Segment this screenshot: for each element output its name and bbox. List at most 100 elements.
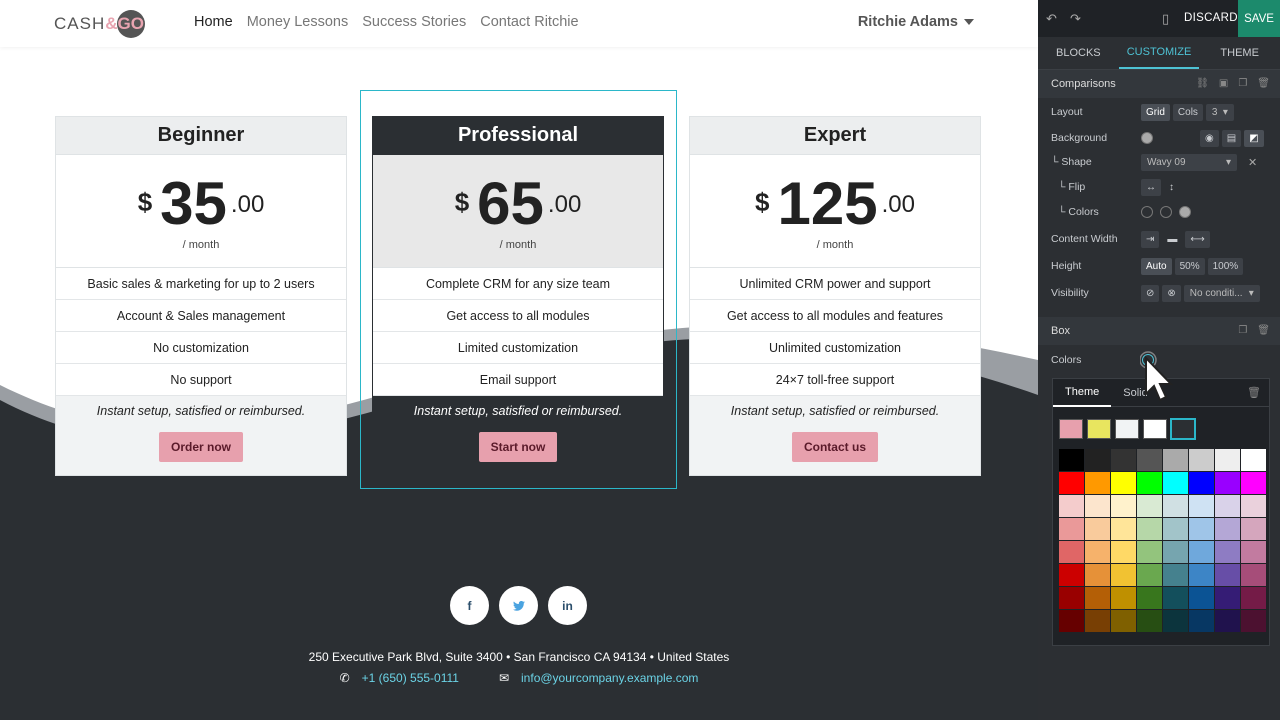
color-swatch[interactable] (1241, 472, 1266, 494)
duplicate-icon[interactable]: ❐ (1238, 325, 1247, 336)
color-swatch[interactable] (1189, 541, 1214, 563)
color-swatch[interactable] (1241, 541, 1266, 563)
duplicate-icon[interactable]: ❐ (1238, 78, 1247, 89)
color-swatch[interactable] (1241, 610, 1266, 632)
trash-icon[interactable]: 🗑 (1257, 78, 1270, 89)
theme-color-swatch[interactable] (1059, 419, 1083, 439)
color-swatch[interactable] (1163, 610, 1188, 632)
contact-us-button[interactable]: Contact us (791, 432, 878, 462)
color-swatch[interactable] (1241, 564, 1266, 586)
theme-color-swatch[interactable] (1115, 419, 1139, 439)
color-swatch[interactable] (1163, 495, 1188, 517)
color-swatch[interactable] (1189, 495, 1214, 517)
nav-home[interactable]: Home (194, 14, 233, 30)
shape-select[interactable]: Wavy 09 ▾ (1141, 153, 1237, 171)
plan-card-beginner[interactable]: Beginner $ 35 .00 / month Basic sales & … (55, 116, 347, 476)
theme-color-swatch[interactable] (1170, 418, 1196, 440)
color-dot[interactable] (1160, 206, 1172, 218)
theme-color-swatch[interactable] (1087, 419, 1111, 439)
save-button[interactable]: SAVE (1238, 0, 1280, 37)
height-auto-button[interactable]: Auto (1141, 257, 1172, 275)
color-swatch[interactable] (1137, 587, 1162, 609)
color-swatch[interactable] (1137, 495, 1162, 517)
color-swatch[interactable] (1111, 541, 1136, 563)
color-swatch[interactable] (1111, 495, 1136, 517)
color-swatch[interactable] (1215, 541, 1240, 563)
cols-select[interactable]: 3 ▾ (1205, 103, 1234, 121)
color-swatch[interactable] (1163, 472, 1188, 494)
color-swatch[interactable] (1111, 587, 1136, 609)
nav-contact[interactable]: Contact Ritchie (480, 14, 578, 30)
color-swatch[interactable] (1085, 495, 1110, 517)
color-swatch[interactable] (1241, 449, 1266, 471)
color-swatch[interactable] (1137, 564, 1162, 586)
user-menu[interactable]: Ritchie Adams (858, 14, 974, 30)
width-small-icon[interactable]: ⇥ (1141, 230, 1160, 248)
tab-blocks[interactable]: BLOCKS (1038, 37, 1119, 69)
background-color-dot[interactable] (1141, 132, 1153, 144)
phone-link[interactable]: +1 (650) 555-0111 (362, 671, 459, 685)
color-swatch[interactable] (1085, 472, 1110, 494)
linkedin-icon[interactable]: in (548, 586, 587, 625)
tab-theme[interactable]: THEME (1199, 37, 1280, 69)
color-swatch[interactable] (1111, 610, 1136, 632)
color-swatch[interactable] (1085, 610, 1110, 632)
color-swatch[interactable] (1163, 541, 1188, 563)
height-50-button[interactable]: 50% (1174, 257, 1205, 275)
layout-cols-button[interactable]: Cols (1172, 103, 1203, 121)
color-swatch[interactable] (1189, 449, 1214, 471)
palette-tab-theme[interactable]: Theme (1053, 379, 1112, 407)
color-swatch[interactable] (1163, 564, 1188, 586)
shape-icon[interactable]: ◩ (1244, 129, 1264, 147)
twitter-icon[interactable] (499, 586, 538, 625)
close-icon[interactable]: ✕ (1248, 156, 1257, 169)
color-swatch[interactable] (1085, 564, 1110, 586)
mobile-preview-icon[interactable]: ▯ (1162, 11, 1169, 27)
facebook-icon[interactable]: f (450, 586, 489, 625)
color-swatch[interactable] (1163, 518, 1188, 540)
tab-customize[interactable]: CUSTOMIZE (1118, 37, 1200, 69)
color-swatch[interactable] (1085, 541, 1110, 563)
nav-money-lessons[interactable]: Money Lessons (247, 14, 349, 30)
hide-mobile-icon[interactable]: ⊘ (1141, 284, 1160, 302)
color-swatch[interactable] (1085, 449, 1110, 471)
color-swatch[interactable] (1111, 564, 1136, 586)
color-swatch[interactable] (1241, 495, 1266, 517)
color-swatch[interactable] (1111, 518, 1136, 540)
color-swatch[interactable] (1189, 564, 1214, 586)
color-swatch[interactable] (1111, 449, 1136, 471)
color-swatch[interactable] (1059, 610, 1084, 632)
visibility-select[interactable]: No conditi... ▾ (1183, 284, 1260, 302)
color-swatch[interactable] (1059, 518, 1084, 540)
nav-success-stories[interactable]: Success Stories (362, 14, 466, 30)
flip-vertical-icon[interactable]: ↕ (1164, 179, 1179, 196)
color-swatch[interactable] (1111, 472, 1136, 494)
color-swatch[interactable] (1059, 495, 1084, 517)
flip-horizontal-icon[interactable]: ↔ (1141, 178, 1161, 196)
color-dot[interactable] (1141, 206, 1153, 218)
color-swatch[interactable] (1189, 472, 1214, 494)
camera-icon[interactable]: ◉ (1200, 129, 1219, 147)
color-swatch[interactable] (1189, 610, 1214, 632)
hide-desktop-icon[interactable]: ⊗ (1162, 284, 1181, 302)
color-dot[interactable] (1179, 206, 1191, 218)
color-swatch[interactable] (1059, 587, 1084, 609)
layout-grid-button[interactable]: Grid (1141, 103, 1170, 121)
color-swatch[interactable] (1059, 564, 1084, 586)
color-swatch[interactable] (1215, 610, 1240, 632)
color-swatch[interactable] (1241, 518, 1266, 540)
save-block-icon[interactable]: ▣ (1219, 78, 1228, 89)
color-swatch[interactable] (1137, 541, 1162, 563)
color-swatch[interactable] (1059, 541, 1084, 563)
color-swatch[interactable] (1085, 587, 1110, 609)
color-swatch[interactable] (1059, 472, 1084, 494)
color-swatch[interactable] (1085, 518, 1110, 540)
color-swatch[interactable] (1137, 449, 1162, 471)
width-full-icon[interactable]: ⟷ (1185, 230, 1210, 248)
color-swatch[interactable] (1137, 518, 1162, 540)
width-regular-icon[interactable]: ▬ (1162, 231, 1182, 248)
color-swatch[interactable] (1137, 472, 1162, 494)
trash-icon[interactable]: 🗑 (1257, 325, 1270, 336)
undo-icon[interactable]: ↶ (1046, 11, 1057, 27)
color-swatch[interactable] (1189, 518, 1214, 540)
